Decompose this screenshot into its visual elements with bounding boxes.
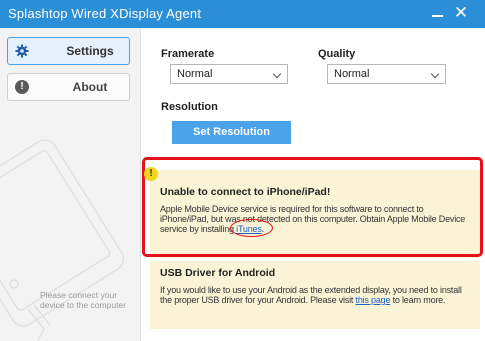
quality-value: Normal xyxy=(334,68,370,80)
info-icon: ! xyxy=(15,80,29,94)
close-icon: ✕ xyxy=(453,3,469,22)
settings-panel: Framerate Normal Quality Normal Resoluti… xyxy=(142,28,485,341)
close-button[interactable]: ✕ xyxy=(451,3,471,23)
set-resolution-button[interactable]: Set Resolution xyxy=(172,121,291,144)
chevron-down-icon xyxy=(272,69,282,79)
quality-label: Quality xyxy=(318,48,356,60)
usb-message: If you would like to use your Android as… xyxy=(160,285,474,305)
framerate-value: Normal xyxy=(177,68,213,80)
this-page-link[interactable]: this page xyxy=(356,295,391,305)
gear-icon xyxy=(15,44,29,58)
framerate-label: Framerate xyxy=(161,48,215,60)
sidebar-item-about[interactable]: ! About xyxy=(7,73,130,101)
sidebar-item-settings[interactable]: Settings xyxy=(7,37,130,65)
usb-title: USB Driver for Android xyxy=(160,267,276,279)
usb-trailing: to learn more. xyxy=(392,295,446,305)
sidebar-item-label: Settings xyxy=(66,44,114,58)
connect-hint: Please connect your device to the comput… xyxy=(40,290,126,310)
quality-select[interactable]: Normal xyxy=(327,64,446,84)
title-bar: Splashtop Wired XDisplay Agent ✕ xyxy=(0,0,485,28)
resolution-label: Resolution xyxy=(161,101,218,113)
highlight-frame xyxy=(142,157,483,257)
sidebar: Settings ! About Please connect your dev… xyxy=(0,28,141,341)
usb-driver-panel: USB Driver for Android If you would like… xyxy=(150,261,480,329)
chevron-down-icon xyxy=(430,69,440,79)
warning-icon: ! xyxy=(144,167,158,181)
minimize-button[interactable] xyxy=(428,3,448,23)
window-title: Splashtop Wired XDisplay Agent xyxy=(8,6,202,21)
sidebar-item-label: About xyxy=(72,80,108,94)
framerate-select[interactable]: Normal xyxy=(170,64,288,84)
